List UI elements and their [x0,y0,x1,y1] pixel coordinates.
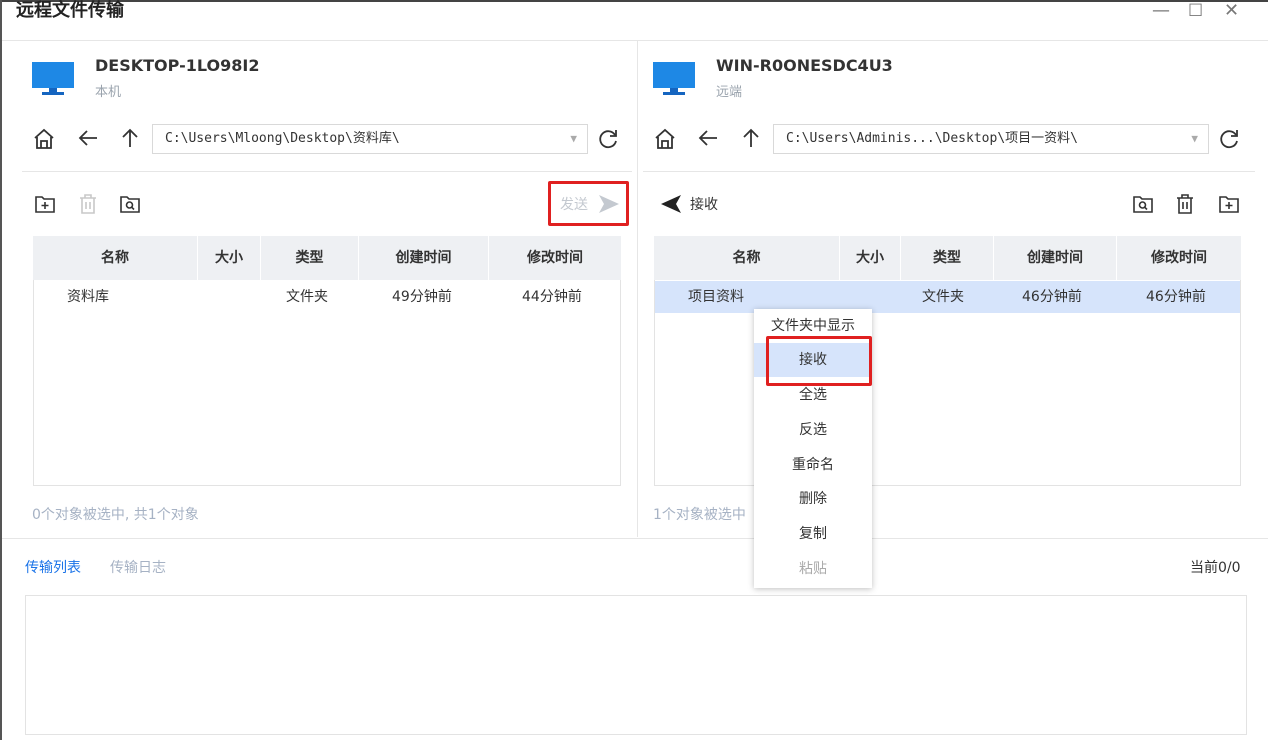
chevron-down-icon[interactable]: ▼ [570,125,577,153]
row-modified: 46分钟前 [1146,289,1206,305]
remote-col-modified[interactable]: 修改时间 [1117,236,1241,280]
remote-path-input[interactable]: C:\Users\Adminis...\Desktop\项目一资料\ ▼ [773,124,1209,154]
remote-machine-name: WIN-R0ONESDC4U3 [716,56,893,75]
remote-table-header: 名称 大小 类型 创建时间 修改时间 [654,236,1241,280]
remote-back-icon[interactable] [697,127,719,154]
receive-highlight-box [766,336,872,386]
remote-delete-icon[interactable] [1174,193,1196,219]
row-created: 46分钟前 [1022,289,1082,305]
remote-new-folder-icon[interactable] [1218,193,1240,219]
local-col-name[interactable]: 名称 [33,236,197,280]
tab-transfer-log[interactable]: 传输日志 [110,557,166,577]
menu-item-copy[interactable]: 复制 [754,517,872,551]
remote-home-icon[interactable] [654,128,676,155]
local-new-folder-icon[interactable] [34,193,56,219]
local-path-text: C:\Users\Mloong\Desktop\资料库\ [165,131,400,146]
receive-button[interactable]: 接收 [660,192,730,216]
local-col-modified[interactable]: 修改时间 [489,236,621,280]
transfer-count: 当前0/0 [1190,560,1241,576]
local-delete-icon [77,193,99,219]
local-machine-label: 本机 [95,85,122,100]
remote-col-name[interactable]: 名称 [654,236,839,280]
minimize-button[interactable]: — [1152,0,1170,22]
send-highlight-box [548,181,629,226]
local-toolbar-divider [22,171,632,172]
menu-item-invert-selection[interactable]: 反选 [754,413,872,447]
window-top-border [0,0,1268,2]
menu-item-delete[interactable]: 删除 [754,482,872,516]
remote-col-type[interactable]: 类型 [901,236,993,280]
menu-item-paste: 粘贴 [799,561,827,577]
row-modified: 44分钟前 [522,289,582,305]
window-left-border [0,0,2,740]
transfer-list-area [25,595,1247,735]
transfer-divider [2,538,1268,539]
remote-machine-label: 远端 [716,85,743,100]
row-name: 项目资料 [688,289,744,305]
remote-search-folder-icon[interactable] [1132,193,1154,219]
local-col-size[interactable]: 大小 [198,236,260,280]
row-name: 资料库 [67,289,109,305]
local-status-text: 0个对象被选中, 共1个对象 [32,507,199,523]
row-type: 文件夹 [922,289,964,305]
local-up-icon[interactable] [119,127,141,154]
menu-item-rename[interactable]: 重命名 [754,448,872,482]
local-col-type[interactable]: 类型 [261,236,358,280]
table-row[interactable]: 资料库 文件夹 49分钟前 44分钟前 [34,281,620,313]
remote-refresh-icon[interactable] [1217,127,1241,156]
table-row[interactable]: 项目资料 文件夹 46分钟前 46分钟前 [655,281,1240,313]
remote-toolbar-divider [643,171,1255,172]
title-divider [2,40,1268,41]
local-search-folder-icon[interactable] [119,193,141,219]
local-monitor-icon [32,62,74,100]
row-type: 文件夹 [286,289,328,305]
close-button[interactable]: ✕ [1224,0,1239,22]
remote-status-text: 1个对象被选中 [653,507,746,523]
remote-up-icon[interactable] [740,127,762,154]
remote-path-text: C:\Users\Adminis...\Desktop\项目一资料\ [786,131,1078,146]
remote-col-size[interactable]: 大小 [840,236,900,280]
row-created: 49分钟前 [392,289,452,305]
receive-arrow-icon [661,195,681,213]
local-machine-name: DESKTOP-1LO98I2 [95,56,260,75]
local-path-input[interactable]: C:\Users\Mloong\Desktop\资料库\ ▼ [152,124,588,154]
local-home-icon[interactable] [33,128,55,155]
remote-col-created[interactable]: 创建时间 [994,236,1116,280]
local-table-header: 名称 大小 类型 创建时间 修改时间 [33,236,621,280]
local-col-created[interactable]: 创建时间 [359,236,488,280]
local-back-icon[interactable] [77,127,99,154]
remote-monitor-icon [653,62,695,100]
maximize-button[interactable]: ☐ [1188,0,1203,22]
receive-label: 接收 [690,197,718,213]
panel-divider [637,41,638,537]
window-title: 远程文件传输 [16,0,124,21]
chevron-down-icon[interactable]: ▼ [1191,125,1198,153]
local-refresh-icon[interactable] [596,127,620,156]
tab-transfer-list[interactable]: 传输列表 [25,557,81,577]
